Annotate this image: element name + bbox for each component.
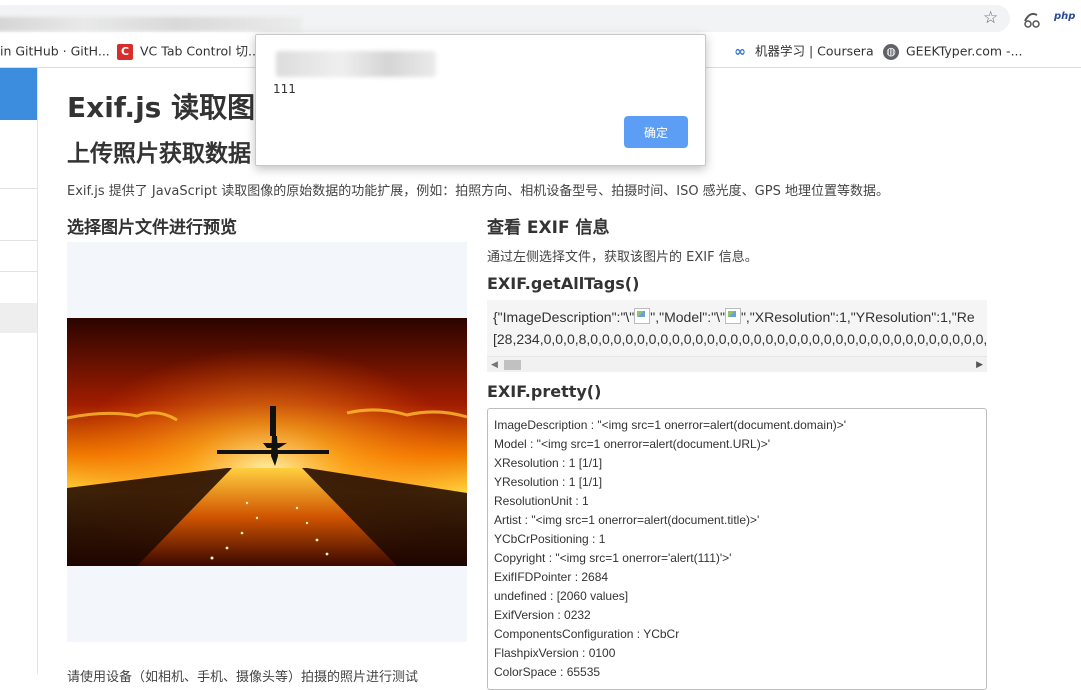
page-subtitle: 上传照片获取数据 <box>67 141 251 167</box>
bookmark-github[interactable]: in GitHub · GitH... <box>0 43 110 60</box>
vc-tab-icon: C <box>117 43 133 60</box>
bookmark-label: GEEKTyper.com -... <box>906 43 1023 59</box>
extension-icon[interactable] <box>1022 9 1042 29</box>
page-title: Exif.js 读取图 <box>67 91 256 124</box>
pretty-output[interactable]: ImageDescription : "<img src=1 onerror=a… <box>487 408 987 690</box>
pretty-line: XResolution : 1 [1/1] <box>494 456 603 470</box>
pretty-line: undefined : [2060 values] <box>494 589 629 603</box>
broken-image-icon <box>724 308 741 324</box>
sidebar-divider <box>0 240 37 241</box>
bookmark-label: VC Tab Control 切... <box>140 43 260 59</box>
sidebar <box>0 68 38 674</box>
pretty-line: ImageDescription : "<img src=1 onerror=a… <box>494 418 847 432</box>
pretty-line: ResolutionUnit : 1 <box>494 494 589 508</box>
pretty-list: ImageDescription : "<img src=1 onerror=a… <box>488 409 986 682</box>
blurred-url <box>0 17 302 31</box>
alert-origin-blurred <box>276 51 436 77</box>
pretty-line: ExifIFDPointer : 2684 <box>494 570 609 584</box>
pretty-line: ColorSpace : 65535 <box>494 665 601 679</box>
sidebar-divider <box>0 188 37 189</box>
php-extension-icon[interactable]: php <box>1054 11 1075 22</box>
pretty-line: YResolution : 1 [1/1] <box>494 475 603 489</box>
alert-dialog: 111 确定 <box>255 34 706 166</box>
pretty-line: Copyright : "<img src=1 onerror='alert(1… <box>494 551 732 565</box>
preview-heading: 选择图片文件进行预览 <box>67 218 237 238</box>
horizontal-scrollbar[interactable]: ◀ ▶ <box>487 356 987 372</box>
scroll-right-icon[interactable]: ▶ <box>976 359 983 370</box>
globe-icon: ◍ <box>883 43 899 60</box>
all-tags-line: [28,234,0,0,0,8,0,0,0,0,0,0,0,0,0,0,0,0,… <box>493 331 987 347</box>
pretty-line: YCbCrPositioning : 1 <box>494 532 606 546</box>
bookmark-geektyper[interactable]: ◍ GEEKTyper.com -... <box>883 43 1023 60</box>
bookmark-star-icon[interactable]: ☆ <box>983 8 998 28</box>
all-tags-fragment: ","XResolution":1,"YResolution":1,"Re <box>740 309 975 325</box>
image-preview-area[interactable] <box>67 242 467 642</box>
sidebar-divider <box>0 271 37 272</box>
coursera-icon: ∞ <box>734 43 746 60</box>
bookmark-label: 机器学习 | Coursera <box>755 43 874 59</box>
all-tags-heading: EXIF.getAllTags() <box>487 274 640 293</box>
pretty-line: FlashpixVersion : 0100 <box>494 646 616 660</box>
sidebar-item-selected[interactable] <box>0 303 37 333</box>
all-tags-output[interactable]: {"ImageDescription":"\" ","Model":"\" ","X… <box>487 300 987 372</box>
pretty-line: Artist : "<img src=1 onerror=alert(docum… <box>494 513 760 527</box>
all-tags-fragment: ","Model":"\" <box>650 309 725 325</box>
alert-message: 111 <box>273 82 296 96</box>
preview-photo <box>67 318 467 566</box>
pretty-line: Model : "<img src=1 onerror=alert(docume… <box>494 437 770 451</box>
sidebar-item-active[interactable] <box>0 68 37 120</box>
bookmark-vc-tab-control[interactable]: C VC Tab Control 切... <box>117 43 260 60</box>
pretty-heading: EXIF.pretty() <box>487 382 602 401</box>
address-bar[interactable] <box>0 5 1010 32</box>
scroll-left-icon[interactable]: ◀ <box>491 359 498 370</box>
broken-image-icon <box>634 308 651 324</box>
alert-ok-button[interactable]: 确定 <box>624 116 688 148</box>
exif-subtext: 通过左侧选择文件，获取该图片的 EXIF 信息。 <box>487 250 758 265</box>
intro-text: Exif.js 提供了 JavaScript 读取图像的原始数据的功能扩展，例如… <box>67 184 889 199</box>
browser-toolbar: ☆ php <box>0 0 1081 36</box>
all-tags-fragment: {"ImageDescription":"\" <box>493 309 635 325</box>
exif-heading: 查看 EXIF 信息 <box>487 218 610 238</box>
all-tags-line: {"ImageDescription":"\" ","Model":"\" ","X… <box>493 308 975 325</box>
bookmark-label: in GitHub · GitH... <box>0 43 110 59</box>
preview-hint: 请使用设备（如相机、手机、摄像头等）拍摄的照片进行测试 <box>67 670 419 685</box>
pretty-line: ComponentsConfiguration : YCbCr <box>494 627 680 641</box>
pretty-line: ExifVersion : 0232 <box>494 608 591 622</box>
bookmark-coursera[interactable]: ∞ 机器学习 | Coursera <box>732 43 874 60</box>
scroll-thumb[interactable] <box>504 360 521 370</box>
